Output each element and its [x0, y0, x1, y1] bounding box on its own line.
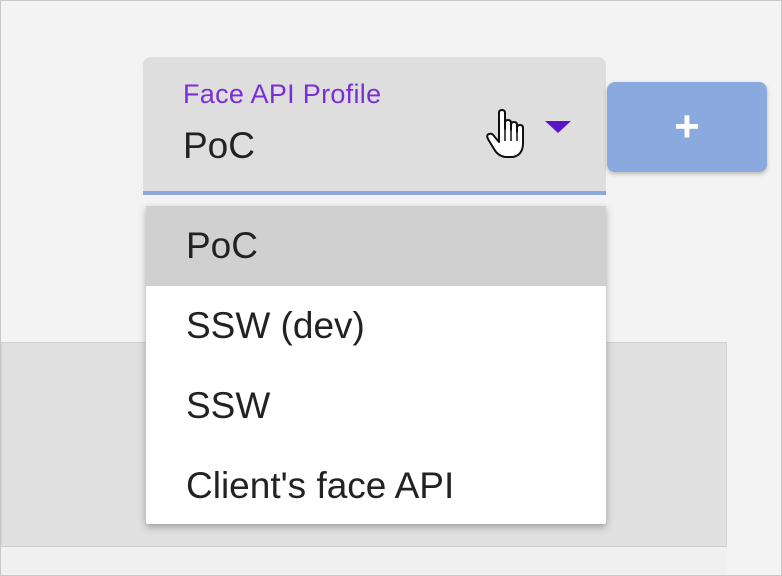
menu-item-clients-face-api[interactable]: Client's face API: [146, 446, 606, 526]
select-label: Face API Profile: [183, 79, 382, 109]
background-panel-footer: [1, 546, 727, 575]
hand-pointer-icon: [486, 109, 524, 158]
triangle-down-icon[interactable]: [545, 121, 571, 133]
menu-item-ssw-dev[interactable]: SSW (dev): [146, 286, 606, 366]
menu-item-poc[interactable]: PoC: [146, 206, 606, 286]
profile-dropdown-menu: PoC SSW (dev) SSW Client's face API: [146, 206, 606, 524]
face-api-profile-select[interactable]: Face API Profile PoC: [143, 57, 606, 195]
app-window: Face API Profile PoC + PoC SSW (dev) SSW…: [0, 0, 782, 576]
menu-item-ssw[interactable]: SSW: [146, 366, 606, 446]
select-value: PoC: [183, 125, 255, 166]
add-profile-button[interactable]: +: [607, 82, 767, 172]
